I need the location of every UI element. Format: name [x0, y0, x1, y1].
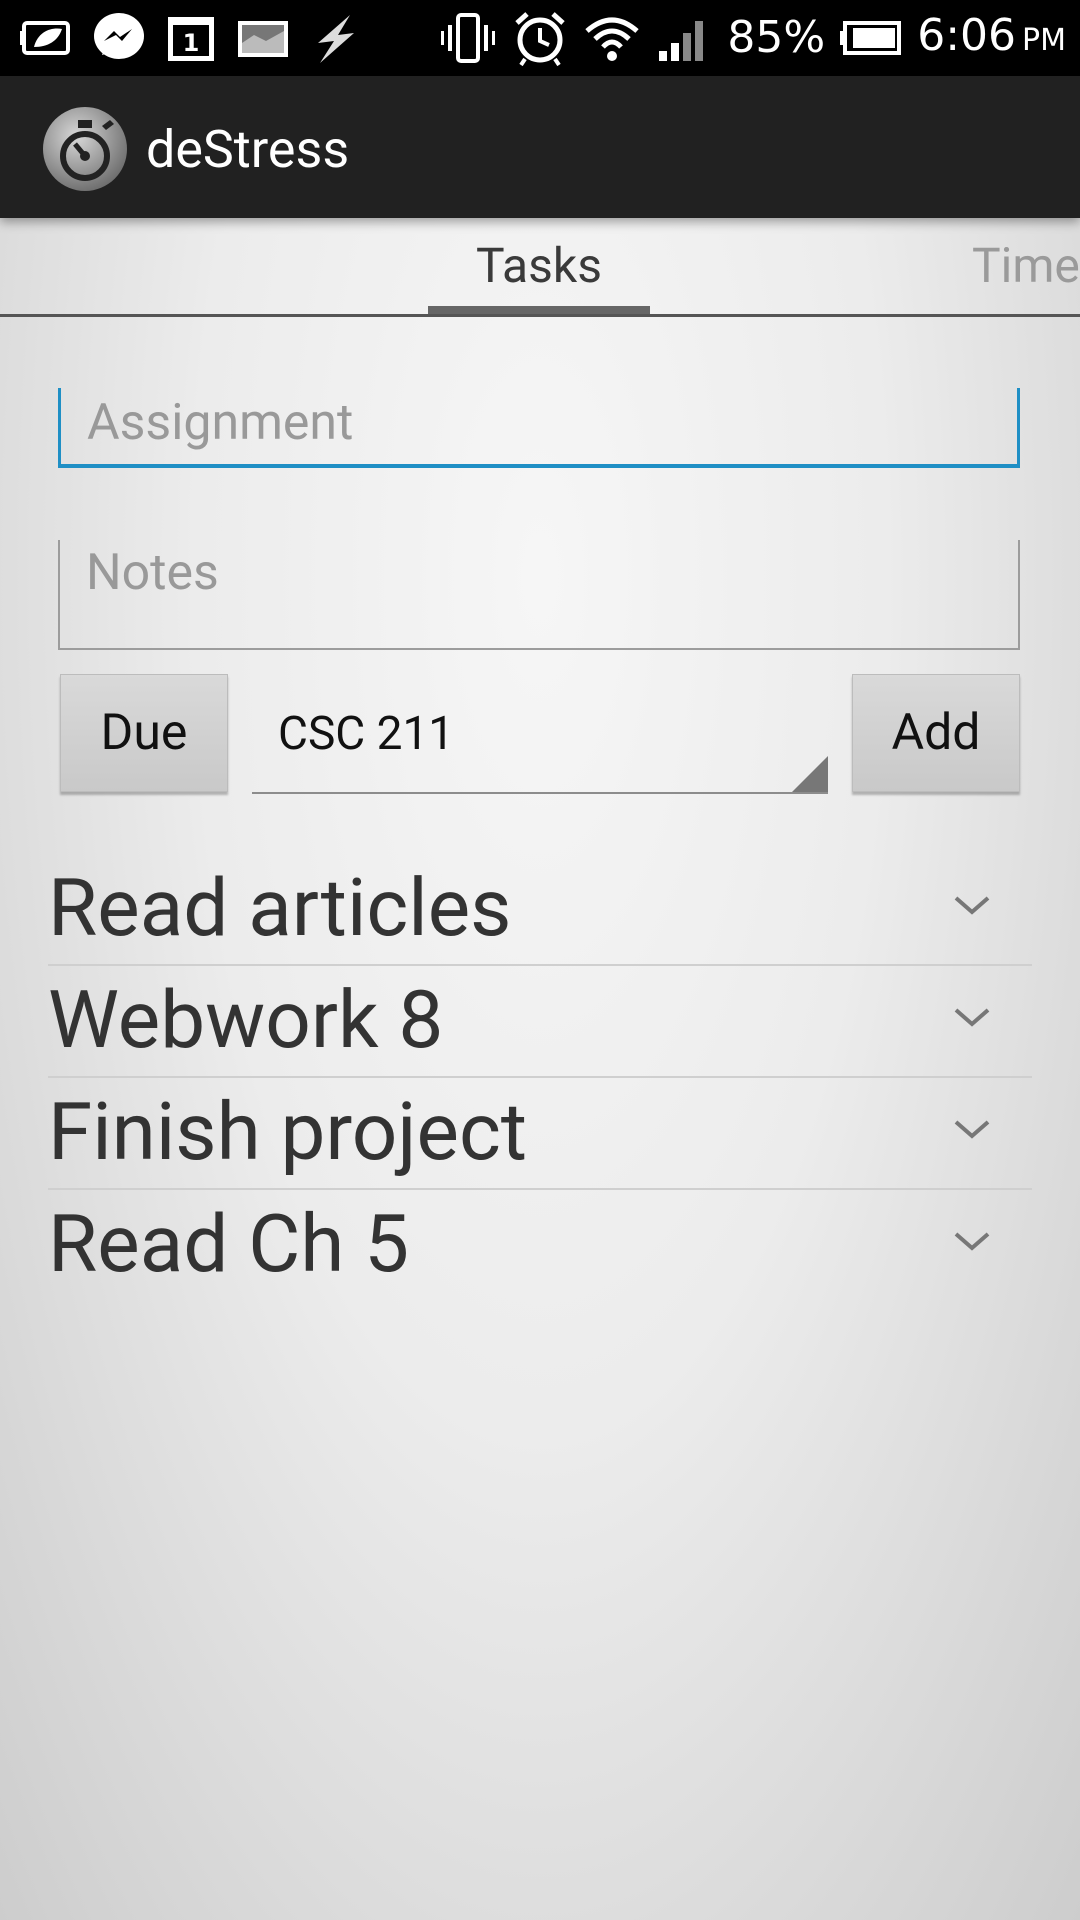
app-title: deStress [146, 119, 350, 180]
add-button-label: Add [891, 704, 981, 762]
tab-tasks[interactable]: Tasks [428, 236, 650, 296]
chevron-down-icon[interactable] [952, 1114, 992, 1144]
due-button-label: Due [100, 704, 188, 762]
task-row[interactable]: Webwork 8 [48, 966, 1032, 1078]
tab-time[interactable]: Time [972, 236, 1080, 296]
calendar-icon: 1 [168, 17, 214, 61]
gallery-icon [238, 21, 288, 57]
assignment-input[interactable]: Assignment [58, 388, 1020, 468]
battery-saver-icon [20, 21, 70, 55]
alarm-icon [515, 12, 566, 67]
clock: 6:06 PM [917, 6, 1066, 71]
notes-placeholder: Notes [86, 544, 219, 602]
course-select[interactable]: CSC 211 [252, 674, 828, 794]
task-row[interactable]: Read articles [48, 854, 1032, 966]
chevron-down-icon[interactable] [952, 890, 992, 920]
clock-time: 6:06 [917, 9, 1017, 61]
task-title: Read Ch 5 [48, 1197, 410, 1291]
task-row[interactable]: Read Ch 5 [48, 1190, 1032, 1300]
tab-strip: Tasks Time [0, 218, 1080, 317]
assignment-placeholder: Assignment [87, 394, 354, 452]
add-button[interactable]: Add [852, 674, 1020, 792]
battery-icon [840, 21, 902, 55]
task-list: Read articles Webwork 8 Finish project R… [48, 854, 1032, 1300]
messenger-icon [94, 13, 144, 59]
notification-icons: 1 [18, 8, 364, 68]
wifi-icon [585, 17, 640, 61]
chevron-down-icon[interactable] [952, 1002, 992, 1032]
task-title: Read articles [48, 861, 512, 955]
task-row[interactable]: Finish project [48, 1078, 1032, 1190]
battery-percent: 85% [727, 12, 826, 63]
tab-selected-indicator [428, 306, 650, 314]
svg-text:1: 1 [183, 29, 200, 57]
task-title: Webwork 8 [48, 973, 444, 1067]
action-bar: deStress [0, 76, 1080, 218]
task-title: Finish project [48, 1085, 527, 1179]
system-status: 85% 6:06 PM [439, 8, 1066, 68]
chevron-down-icon[interactable] [952, 1226, 992, 1256]
clock-ampm: PM [1022, 22, 1066, 58]
dropdown-caret-icon [792, 756, 828, 792]
status-bar: 1 85% 6:06 PM [0, 0, 1080, 76]
signal-icon [659, 21, 704, 61]
flash-icon [318, 15, 354, 63]
due-button[interactable]: Due [60, 674, 228, 792]
vibrate-icon [441, 13, 496, 63]
notes-input[interactable]: Notes [58, 540, 1020, 650]
course-select-value: CSC 211 [278, 707, 455, 761]
stopwatch-icon[interactable] [42, 106, 128, 192]
